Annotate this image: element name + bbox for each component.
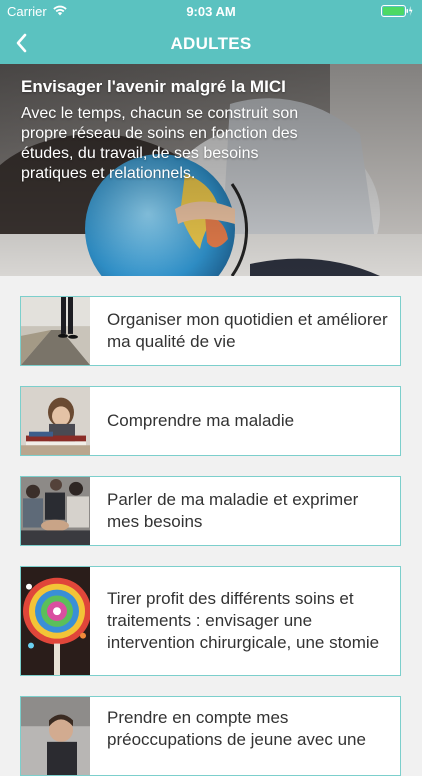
hero-banner: Envisager l'avenir malgré la MICI Avec l… [0, 64, 422, 276]
list-item-soins[interactable]: Tirer profit des différents soins et tra… [20, 566, 401, 676]
list-item-quotidien[interactable]: Organiser mon quotidien et améliorer ma … [20, 296, 401, 366]
hero-description: Avec le temps, chacun se construit son p… [21, 105, 299, 182]
thumbnail-pills-lollipop [21, 567, 90, 675]
thumbnail-tired-reader [21, 387, 90, 455]
list-item-label: Parler de ma maladie et exprimer mes bes… [107, 490, 359, 531]
list-item-parler[interactable]: Parler de ma maladie et exprimer mes bes… [20, 476, 401, 546]
thumbnail-road-walker [21, 297, 90, 365]
top-bar: Carrier 9:03 AM ADULTES [0, 0, 422, 64]
status-bar: Carrier 9:03 AM [0, 0, 422, 22]
hero-title: Envisager l'avenir malgré la MICI [21, 77, 286, 96]
thumbnail-group-talk [21, 477, 90, 545]
thumbnail-young-man [21, 697, 90, 775]
list-item-label: Prendre en compte mes préoccupations de … [107, 708, 366, 749]
list-item-label: Comprendre ma maladie [107, 411, 295, 430]
page-title: ADULTES [170, 34, 252, 53]
list-item-label: Organiser mon quotidien et améliorer ma … [107, 310, 388, 351]
list-item-maladie[interactable]: Comprendre ma maladie [20, 386, 401, 456]
list-item-jeune[interactable]: Prendre en compte mes préoccupations de … [20, 696, 401, 776]
clock: 9:03 AM [186, 4, 236, 19]
battery-icon [381, 5, 413, 20]
list-item-label: Tirer profit des différents soins et tra… [107, 589, 380, 652]
nav-bar: ADULTES [0, 22, 422, 64]
